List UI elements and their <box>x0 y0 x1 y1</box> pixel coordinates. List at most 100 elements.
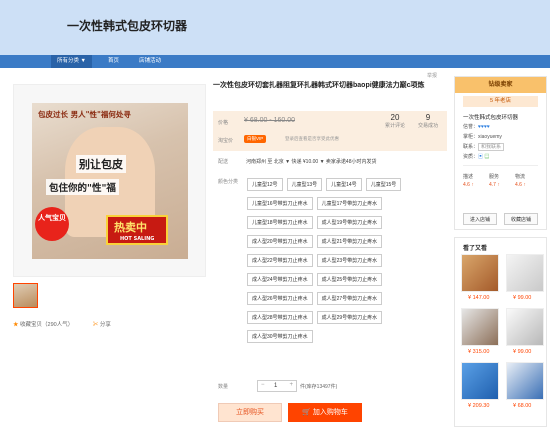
price-box: 价格 ¥ 68.00 - 160.00 淘宝价 白银VIP 登录后查看是否享受此… <box>213 111 447 151</box>
sku-option[interactable]: 成人型30号带剪刀止疼水 <box>247 330 313 343</box>
divider <box>463 165 538 166</box>
rep-label: 信誉： <box>463 124 479 130</box>
sku-option[interactable]: 成人型28号带剪刀止疼水 <box>247 311 313 324</box>
recommend-item-price[interactable]: ¥ 68.00 <box>513 403 531 409</box>
sku-option[interactable]: 儿童型17号带剪刀止疼水 <box>316 197 383 210</box>
vip-text[interactable]: 登录后查看是否享受此优惠 <box>285 136 339 142</box>
recommend-item-image[interactable] <box>506 308 544 346</box>
favorite-row: ★ 收藏宝贝（290人气） ✂ 分享 <box>13 320 213 330</box>
score-label: 物流 <box>515 174 526 180</box>
qual-row: 资质：▣ ▤ <box>463 153 489 160</box>
sku-option[interactable]: 成人型25号带剪刀止疼水 <box>316 273 383 286</box>
share-button[interactable]: 分享 <box>100 322 111 328</box>
star-icon: ★ <box>13 322 19 328</box>
ship-label: 配送 <box>218 159 229 165</box>
sku-option[interactable]: 儿童型14号 <box>326 178 362 191</box>
cart-icon: 🛒 <box>302 409 311 416</box>
price-value: ¥ 68.00 - 160.00 <box>244 117 295 124</box>
qual-label: 资质： <box>463 154 479 160</box>
hot-sale-en: HOT SALING <box>120 236 155 242</box>
buy-now-button[interactable]: 立即购买 <box>218 403 282 422</box>
trade-count[interactable]: 9 交易成功 <box>415 113 441 129</box>
thumbnail[interactable] <box>13 283 38 308</box>
score-item: 物流 4.6 ↑ <box>515 173 526 189</box>
owner-row: 掌柜：xiaoyuemy <box>463 133 502 140</box>
chevron-down-icon: ▼ <box>80 58 86 64</box>
ship-info[interactable]: 河南郑州 至 北京 ▼ 快递 ¥10.00 ▼ 卖家承诺48小时内发货 <box>246 158 376 165</box>
sku-option[interactable]: 成人型29号带剪刀止疼水 <box>316 311 383 324</box>
review-count[interactable]: 20 累计评论 <box>382 113 408 129</box>
qty-label: 数量 <box>218 384 229 390</box>
recommend-item-price[interactable]: ¥ 99.00 <box>513 349 531 355</box>
recommend-item-image[interactable] <box>461 254 499 292</box>
report-link[interactable]: 举报 <box>427 72 437 79</box>
vip-badge: 白银VIP <box>244 135 267 143</box>
sku-option[interactable]: 成人型23号带剪刀止疼水 <box>316 254 383 267</box>
sku-option[interactable]: 成人型21号带剪刀止疼水 <box>316 235 383 248</box>
diamond-icon: ♥♥♥♥ <box>478 124 490 130</box>
product-title: 一次性包皮环切套扎器阻复环扎器韩式环切器baopi健康法力巅c项炼 <box>213 82 425 89</box>
quantity-value: 1 <box>274 383 278 389</box>
contact-button[interactable]: 和我联系 <box>478 143 505 151</box>
quantity-stepper[interactable]: − 1 + <box>257 380 297 392</box>
nav-all-categories[interactable]: 所有分类 ▼ <box>51 55 92 68</box>
shop-header: 一次性韩式包皮环切器 <box>0 0 550 55</box>
sku-option[interactable]: 成人型24号带剪刀止疼水 <box>247 273 313 286</box>
recommend-item-price[interactable]: ¥ 209.30 <box>468 403 489 409</box>
nav-home[interactable]: 首页 <box>108 55 119 68</box>
plus-icon[interactable]: + <box>289 382 293 388</box>
recommend-item-price[interactable]: ¥ 315.00 <box>468 349 489 355</box>
review-count-value: 20 <box>390 113 400 122</box>
score-item: 描述 4.6 ↑ <box>463 173 474 189</box>
add-to-cart-button[interactable]: 🛒 加入购物车 <box>288 403 362 422</box>
product-photo: 包皮过长 男人"性"福何处寻 别让包皮 包住你的"性"福 人气宝贝 热卖中 HO… <box>32 103 188 259</box>
sku-option[interactable]: 儿童型13号 <box>286 178 323 191</box>
nav-label: 所有分类 <box>57 58 80 64</box>
contact-label: 联系： <box>463 144 479 150</box>
trade-count-label: 交易成功 <box>417 123 438 129</box>
favorite-shop-button[interactable]: 收藏店铺 <box>504 213 538 225</box>
score-label: 描述 <box>463 174 474 180</box>
seller-card: 钻级卖家 5 年老店 一次性韩式包皮环切器 信誉：♥♥♥♥ 掌柜：xiaoyue… <box>454 76 547 230</box>
enter-shop-button[interactable]: 进入店铺 <box>463 213 497 225</box>
score-value: 4.6 ↑ <box>515 182 526 188</box>
color-label: 颜色分类 <box>218 179 239 185</box>
recommend-title: 看了又看 <box>463 246 488 252</box>
sku-option[interactable]: 儿童型16号带剪刀止疼水 <box>247 197 313 210</box>
sku-option[interactable]: 成人型26号带剪刀止疼水 <box>247 292 313 305</box>
minus-icon[interactable]: − <box>261 382 265 388</box>
photo-caption-3: 包住你的"性"福 <box>46 179 119 195</box>
hot-sale-badge: 热卖中 HOT SALING <box>106 215 168 245</box>
shop-name[interactable]: 一次性韩式包皮环切器 <box>67 17 187 34</box>
sku-option[interactable]: 成人型20号带剪刀止疼水 <box>247 235 313 248</box>
score-item: 服务 4.7 ↑ <box>489 173 500 189</box>
stock-text: 件(库存13497件) <box>300 384 338 390</box>
sku-option[interactable]: 成人型22号带剪刀止疼水 <box>247 254 313 267</box>
share-icon: ✂ <box>92 322 99 328</box>
score-label: 服务 <box>489 174 500 180</box>
favorite-button[interactable]: 收藏宝贝（290人气） <box>20 322 73 328</box>
score-value: 4.7 ↑ <box>489 182 500 188</box>
seller-shop-name[interactable]: 一次性韩式包皮环切器 <box>463 113 518 121</box>
sku-option[interactable]: 成人型19号带剪刀止疼水 <box>316 216 383 229</box>
sku-option[interactable]: 儿童型15号 <box>365 178 402 191</box>
recommend-panel: 看了又看 ¥ 147.00 ¥ 99.00 ¥ 315.00 ¥ 99.00 ¥ 209… <box>454 237 547 427</box>
popular-badge: 人气宝贝 <box>35 207 69 241</box>
owner-name[interactable]: xiaoyuemy <box>478 134 502 140</box>
recommend-item-image[interactable] <box>461 362 499 400</box>
main-image[interactable]: 包皮过长 男人"性"福何处寻 别让包皮 包住你的"性"福 人气宝贝 热卖中 HO… <box>13 84 206 277</box>
photo-caption-2: 别让包皮 <box>76 155 126 173</box>
owner-label: 掌柜： <box>463 134 479 140</box>
seller-level: 钻级卖家 <box>455 77 546 93</box>
recommend-item-image[interactable] <box>461 308 499 346</box>
recommend-item-price[interactable]: ¥ 99.00 <box>513 295 531 301</box>
recommend-item-image[interactable] <box>506 254 544 292</box>
sku-option[interactable]: 儿童型18号带剪刀止疼水 <box>247 216 313 229</box>
certified-icon: ▣ <box>478 154 484 160</box>
sku-option[interactable]: 儿童型12号 <box>247 178 283 191</box>
recommend-item-price[interactable]: ¥ 147.00 <box>468 295 489 301</box>
recommend-item-image[interactable] <box>506 362 544 400</box>
nav-shop-activity[interactable]: 店铺活动 <box>139 55 161 68</box>
sku-option[interactable]: 成人型27号带剪刀止疼水 <box>316 292 383 305</box>
taobao-price-label: 淘宝价 <box>218 138 234 144</box>
